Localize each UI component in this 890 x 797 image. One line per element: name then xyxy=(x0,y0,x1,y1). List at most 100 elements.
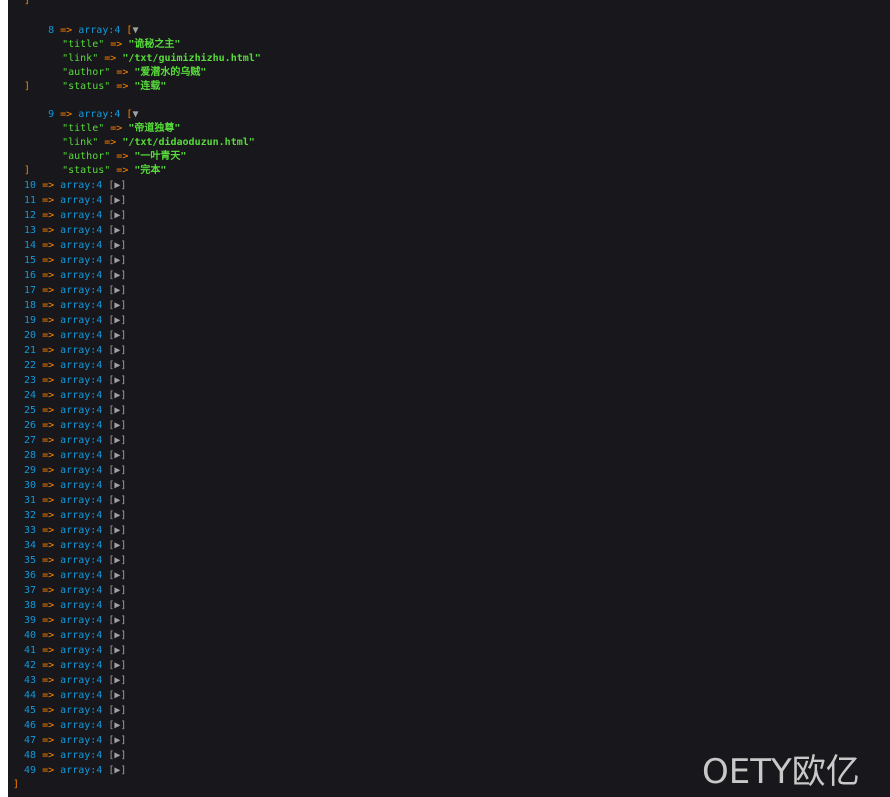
collapsed-array-entry: 49 => array:4 [▶] xyxy=(24,764,126,778)
expand-toggle-icon[interactable]: [▶] xyxy=(108,570,126,581)
expand-toggle-icon[interactable]: [▶] xyxy=(108,330,126,341)
entry-type: array:4 xyxy=(60,675,103,686)
collapsed-array-entry: 26 => array:4 [▶] xyxy=(24,419,126,433)
expand-toggle-icon[interactable]: [▶] xyxy=(108,405,126,416)
expand-toggle-icon[interactable]: [▶] xyxy=(108,270,126,281)
entry-type: array:4 xyxy=(60,195,103,206)
expand-toggle-icon[interactable]: [▶] xyxy=(108,735,126,746)
entry-arrow: => xyxy=(42,600,55,611)
expand-toggle-icon[interactable]: [▶] xyxy=(108,495,126,506)
entry-index: 14 xyxy=(24,240,37,251)
expand-toggle-icon[interactable]: [▶] xyxy=(108,765,126,776)
expand-toggle-icon[interactable]: [▶] xyxy=(108,225,126,236)
entry-arrow: => xyxy=(42,435,55,446)
expand-toggle-icon[interactable]: [▶] xyxy=(108,180,126,191)
expand-toggle-icon[interactable]: [▶] xyxy=(108,525,126,536)
expand-toggle-icon[interactable]: [▶] xyxy=(108,345,126,356)
entry-index: 18 xyxy=(24,300,37,311)
entry-arrow: => xyxy=(42,285,55,296)
entry-index: 49 xyxy=(24,765,37,776)
expand-toggle-icon[interactable]: [▶] xyxy=(108,450,126,461)
entry-type: array:4 xyxy=(60,465,103,476)
entry-type: array:4 xyxy=(60,510,103,521)
entry-type: array:4 xyxy=(60,525,103,536)
entry-arrow: => xyxy=(42,570,55,581)
entry-arrow: => xyxy=(42,690,55,701)
expand-toggle-icon[interactable]: [▶] xyxy=(108,375,126,386)
expand-toggle-icon[interactable]: [▶] xyxy=(108,675,126,686)
field-value: "连载" xyxy=(134,81,167,92)
entry-type: array:4 xyxy=(60,360,103,371)
field-key: "status" xyxy=(62,81,111,92)
entry-index: 21 xyxy=(24,345,37,356)
entry-index: 36 xyxy=(24,570,37,581)
expand-toggle-icon[interactable]: [▶] xyxy=(108,555,126,566)
expand-toggle-icon[interactable]: [▶] xyxy=(108,390,126,401)
entry-type: array:4 xyxy=(60,600,103,611)
expand-toggle-icon[interactable]: [▶] xyxy=(108,630,126,641)
collapsed-array-entry: 18 => array:4 [▶] xyxy=(24,299,126,313)
expand-toggle-icon[interactable]: [▶] xyxy=(108,360,126,371)
expand-toggle-icon[interactable]: [▶] xyxy=(108,285,126,296)
entry-type: array:4 xyxy=(60,750,103,761)
entry-arrow: => xyxy=(42,480,55,491)
entry-index: 43 xyxy=(24,675,37,686)
entry-arrow: => xyxy=(42,615,55,626)
entry-index: 47 xyxy=(24,735,37,746)
entry-index: 16 xyxy=(24,270,37,281)
expand-toggle-icon[interactable]: [▶] xyxy=(108,420,126,431)
collapsed-array-entry: 37 => array:4 [▶] xyxy=(24,584,126,598)
expand-toggle-icon[interactable]: [▶] xyxy=(108,645,126,656)
collapsed-array-entry: 39 => array:4 [▶] xyxy=(24,614,126,628)
expand-toggle-icon[interactable]: [▶] xyxy=(108,690,126,701)
collapsed-array-entry: 20 => array:4 [▶] xyxy=(24,329,126,343)
expand-toggle-icon[interactable]: [▶] xyxy=(108,480,126,491)
entry-index: 13 xyxy=(24,225,37,236)
entry-index: 38 xyxy=(24,600,37,611)
expand-toggle-icon[interactable]: [▶] xyxy=(108,435,126,446)
top-close-bracket: ] xyxy=(24,0,31,6)
collapsed-array-entry: 16 => array:4 [▶] xyxy=(24,269,126,283)
expand-toggle-icon[interactable]: [▶] xyxy=(108,660,126,671)
collapsed-array-entry: 29 => array:4 [▶] xyxy=(24,464,126,478)
entry-type: array:4 xyxy=(60,345,103,356)
entry-arrow: => xyxy=(42,720,55,731)
entry-index: 28 xyxy=(24,450,37,461)
expand-toggle-icon[interactable]: [▶] xyxy=(108,705,126,716)
collapsed-array-entry: 38 => array:4 [▶] xyxy=(24,599,126,613)
expand-toggle-icon[interactable]: [▶] xyxy=(108,315,126,326)
entry-index: 33 xyxy=(24,525,37,536)
entry-type: array:4 xyxy=(60,720,103,731)
entry-index: 42 xyxy=(24,660,37,671)
expand-toggle-icon[interactable]: [▶] xyxy=(108,720,126,731)
entry-arrow: => xyxy=(42,675,55,686)
field-arrow: => xyxy=(116,165,129,176)
collapsed-array-entry: 46 => array:4 [▶] xyxy=(24,719,126,733)
expand-toggle-icon[interactable]: [▶] xyxy=(108,465,126,476)
expand-toggle-icon[interactable]: [▶] xyxy=(108,750,126,761)
collapsed-array-entry: 32 => array:4 [▶] xyxy=(24,509,126,523)
expand-toggle-icon[interactable]: [▶] xyxy=(108,210,126,221)
entry-arrow: => xyxy=(42,240,55,251)
entry-type: array:4 xyxy=(60,285,103,296)
expand-toggle-icon[interactable]: [▶] xyxy=(108,300,126,311)
expand-toggle-icon[interactable]: [▶] xyxy=(108,600,126,611)
expand-toggle-icon[interactable]: [▶] xyxy=(108,255,126,266)
expand-toggle-icon[interactable]: [▶] xyxy=(108,615,126,626)
entry-type: array:4 xyxy=(60,615,103,626)
expand-toggle-icon[interactable]: [▶] xyxy=(108,195,126,206)
collapsed-array-entry: 13 => array:4 [▶] xyxy=(24,224,126,238)
collapsed-array-entry: 35 => array:4 [▶] xyxy=(24,554,126,568)
collapsed-array-entry: 22 => array:4 [▶] xyxy=(24,359,126,373)
entry-index: 30 xyxy=(24,480,37,491)
expand-toggle-icon[interactable]: [▶] xyxy=(108,510,126,521)
entry-arrow: => xyxy=(42,525,55,536)
expand-toggle-icon[interactable]: [▶] xyxy=(108,585,126,596)
entry-arrow: => xyxy=(42,630,55,641)
collapsed-array-entry: 25 => array:4 [▶] xyxy=(24,404,126,418)
entry-arrow: => xyxy=(42,195,55,206)
entry-type: array:4 xyxy=(60,420,103,431)
expand-toggle-icon[interactable]: [▶] xyxy=(108,240,126,251)
collapsed-array-entry: 21 => array:4 [▶] xyxy=(24,344,126,358)
expand-toggle-icon[interactable]: [▶] xyxy=(108,540,126,551)
